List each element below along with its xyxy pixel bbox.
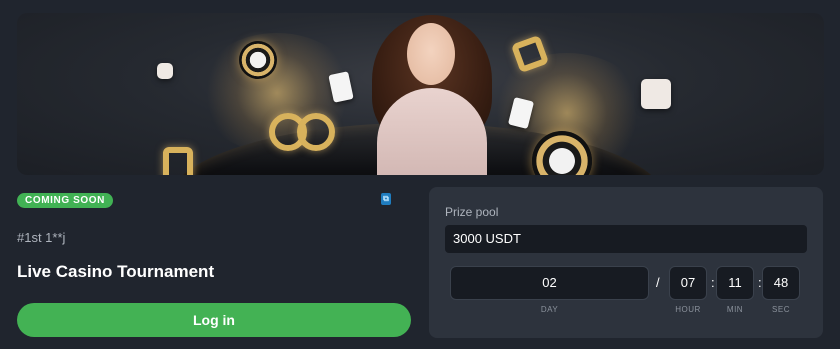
tournament-card: COMING SOON ⧉ #1st 1**j Live Casino Tour… [0, 0, 840, 349]
countdown-hour: 07 [669, 266, 707, 300]
countdown-day: 02 [450, 266, 649, 300]
login-button[interactable]: Log in [17, 303, 411, 337]
tournament-id: #1st 1**j [17, 230, 66, 245]
prize-pool-label: Prize pool [445, 205, 499, 219]
status-badge: COMING SOON [17, 193, 113, 208]
tournament-banner [17, 13, 824, 175]
countdown-sec: 48 [762, 266, 800, 300]
gold-shape-icon [297, 113, 335, 151]
countdown-separator: : [711, 275, 715, 290]
info-icon: ⧉ [381, 193, 391, 205]
dice-icon [641, 79, 671, 109]
countdown-min-label: MIN [726, 305, 744, 314]
gold-shape-icon [163, 147, 193, 175]
casino-chip-icon [239, 41, 277, 79]
prize-pool-value: 3000 USDT [445, 225, 807, 253]
countdown-min: 11 [716, 266, 754, 300]
dice-icon [157, 63, 173, 79]
prize-pool-panel: Prize pool 3000 USDT 02 / 07 : 11 : 48 D… [429, 187, 823, 338]
tournament-title: Live Casino Tournament [17, 262, 215, 281]
countdown-day-label: DAY [540, 305, 559, 314]
countdown-hour-label: HOUR [675, 305, 701, 314]
countdown-separator: / [656, 275, 660, 290]
countdown-sec-label: SEC [772, 305, 790, 314]
